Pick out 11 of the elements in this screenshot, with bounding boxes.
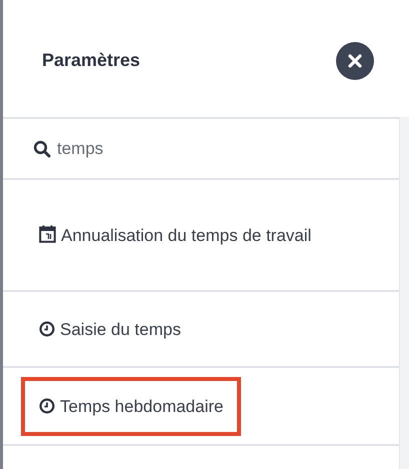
close-icon bbox=[348, 54, 362, 68]
search-icon bbox=[33, 140, 51, 158]
menu-item[interactable]: Temps hebdomadaire bbox=[21, 376, 242, 436]
panel-title: Paramètres bbox=[42, 49, 140, 72]
menu-item[interactable]: Saisie du temps bbox=[21, 300, 199, 358]
calendar-icon bbox=[39, 224, 56, 242]
clock-icon bbox=[39, 320, 55, 336]
close-button[interactable] bbox=[336, 42, 374, 80]
clock-icon bbox=[39, 398, 55, 414]
menu-item[interactable]: Annualisation du temps de travail bbox=[21, 206, 330, 264]
search-field[interactable]: temps bbox=[57, 136, 307, 162]
